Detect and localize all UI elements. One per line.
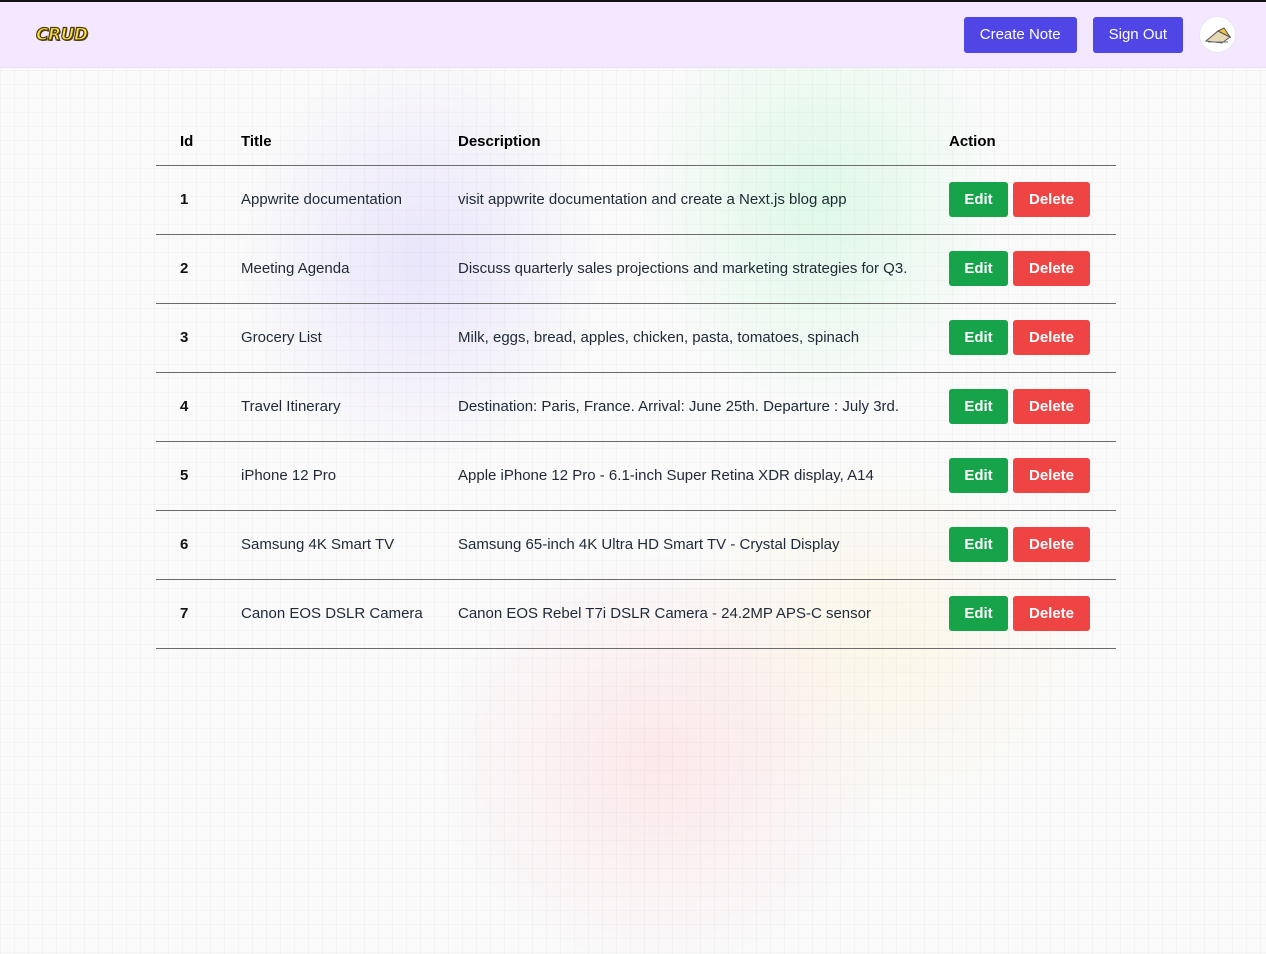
note-id: 1 (156, 165, 241, 235)
app-logo[interactable]: CRUD (35, 24, 88, 45)
note-title: Samsung 4K Smart TV (241, 510, 458, 580)
column-header-id: Id (156, 115, 241, 166)
note-actions: Edit Delete (949, 165, 1116, 235)
note-description: Milk, eggs, bread, apples, chicken, past… (458, 303, 949, 373)
delete-button[interactable]: Delete (1013, 320, 1090, 355)
table-row: 3 Grocery List Milk, eggs, bread, apples… (156, 303, 1116, 373)
note-actions: Edit Delete (949, 372, 1116, 442)
table-row: 7 Canon EOS DSLR Camera Canon EOS Rebel … (156, 579, 1116, 649)
note-actions: Edit Delete (949, 579, 1116, 649)
notes-table: Id Title Description Action 1 Appwrite d… (156, 115, 1116, 649)
note-id: 6 (156, 510, 241, 580)
edit-button[interactable]: Edit (949, 320, 1008, 355)
column-header-title: Title (241, 115, 458, 166)
note-actions: Edit Delete (949, 303, 1116, 373)
table-row: 6 Samsung 4K Smart TV Samsung 65-inch 4K… (156, 510, 1116, 580)
table-row: 4 Travel Itinerary Destination: Paris, F… (156, 372, 1116, 442)
edit-button[interactable]: Edit (949, 251, 1008, 286)
note-description: Destination: Paris, France. Arrival: Jun… (458, 372, 949, 442)
table-body: 1 Appwrite documentation visit appwrite … (156, 165, 1116, 649)
table-row: 2 Meeting Agenda Discuss quarterly sales… (156, 234, 1116, 304)
user-avatar-icon[interactable] (1199, 16, 1236, 53)
sign-out-button[interactable]: Sign Out (1092, 16, 1183, 53)
note-description: Samsung 65-inch 4K Ultra HD Smart TV - C… (458, 510, 949, 580)
table-row: 1 Appwrite documentation visit appwrite … (156, 165, 1116, 235)
note-actions: Edit Delete (949, 234, 1116, 304)
navbar-actions: Create Note Sign Out (963, 16, 1236, 53)
column-header-description: Description (458, 115, 949, 166)
table-row: 5 iPhone 12 Pro Apple iPhone 12 Pro - 6.… (156, 441, 1116, 511)
top-navbar: CRUD Create Note Sign Out (0, 0, 1266, 68)
edit-button[interactable]: Edit (949, 389, 1008, 424)
note-description: Apple iPhone 12 Pro - 6.1-inch Super Ret… (458, 441, 949, 511)
note-actions: Edit Delete (949, 441, 1116, 511)
note-description: Discuss quarterly sales projections and … (458, 234, 949, 304)
delete-button[interactable]: Delete (1013, 458, 1090, 493)
note-id: 4 (156, 372, 241, 442)
edit-button[interactable]: Edit (949, 182, 1008, 217)
note-id: 7 (156, 579, 241, 649)
delete-button[interactable]: Delete (1013, 182, 1090, 217)
note-title: Meeting Agenda (241, 234, 458, 304)
edit-button[interactable]: Edit (949, 527, 1008, 562)
note-title: Grocery List (241, 303, 458, 373)
edit-button[interactable]: Edit (949, 458, 1008, 493)
note-id: 5 (156, 441, 241, 511)
note-title: Travel Itinerary (241, 372, 458, 442)
note-description: visit appwrite documentation and create … (458, 165, 949, 235)
note-title: Appwrite documentation (241, 165, 458, 235)
delete-button[interactable]: Delete (1013, 251, 1090, 286)
note-id: 2 (156, 234, 241, 304)
note-title: Canon EOS DSLR Camera (241, 579, 458, 649)
edit-button[interactable]: Edit (949, 596, 1008, 631)
note-title: iPhone 12 Pro (241, 441, 458, 511)
create-note-button[interactable]: Create Note (963, 16, 1077, 53)
note-id: 3 (156, 303, 241, 373)
delete-button[interactable]: Delete (1013, 596, 1090, 631)
column-header-action: Action (949, 115, 1116, 166)
table-header-row: Id Title Description Action (156, 115, 1116, 166)
avatar-image (1204, 26, 1231, 44)
note-actions: Edit Delete (949, 510, 1116, 580)
main-content: Id Title Description Action 1 Appwrite d… (0, 68, 1266, 649)
note-description: Canon EOS Rebel T7i DSLR Camera - 24.2MP… (458, 579, 949, 649)
delete-button[interactable]: Delete (1013, 527, 1090, 562)
delete-button[interactable]: Delete (1013, 389, 1090, 424)
